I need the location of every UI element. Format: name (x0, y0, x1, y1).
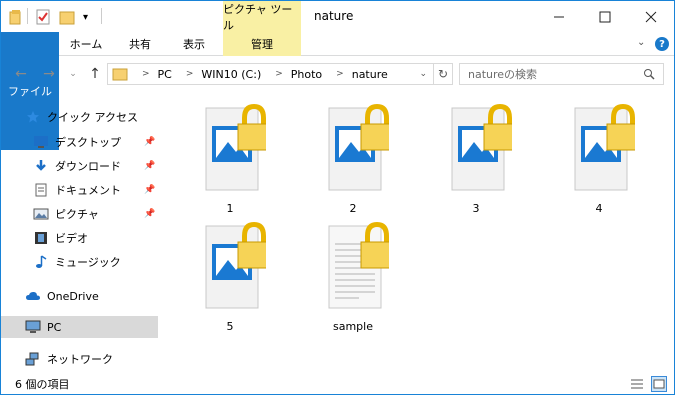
nav-pc[interactable]: PC (1, 316, 158, 338)
music-icon (33, 254, 49, 270)
close-button[interactable] (628, 1, 674, 32)
file-item[interactable]: 2 (303, 104, 403, 222)
star-icon (25, 109, 41, 125)
ribbon-expand-icon[interactable]: ⌄ (637, 37, 645, 48)
crumb-pc[interactable]: PC (158, 68, 172, 81)
document-icon (33, 182, 49, 198)
nav-label: OneDrive (47, 289, 99, 303)
tab-view[interactable]: 表示 (169, 32, 219, 56)
nav-onedrive[interactable]: OneDrive (1, 285, 158, 307)
nav-label: クイック アクセス (47, 111, 138, 124)
large-icons-view-icon[interactable] (651, 376, 667, 392)
nav-label: PC (47, 320, 62, 334)
properties-icon[interactable] (35, 8, 51, 26)
computer-icon (25, 319, 41, 335)
address-toolbar: ← → ⌄ ↑ > PC > WIN10 (C:) > Photo > nature ⌄… (1, 57, 674, 93)
nav-quick-access[interactable]: クイック アクセス (1, 106, 158, 128)
help-icon[interactable]: ? (655, 37, 669, 51)
download-icon (33, 158, 49, 174)
chevron-right-icon: > (336, 69, 344, 79)
file-name: 4 (595, 202, 603, 215)
nav-label: ビデオ (55, 232, 88, 245)
details-view-icon[interactable] (629, 376, 645, 392)
nav-documents[interactable]: ドキュメント 📌 (1, 179, 158, 201)
explorer-window: ▾ ピクチャ ツール nature ファイル ホーム 共有 表示 管理 ⌄ ? … (0, 0, 675, 395)
file-item[interactable]: sample (303, 222, 403, 340)
file-list: 1 2 3 4 5 sample (163, 96, 673, 371)
nav-desktop[interactable]: デスクトップ 📌 (1, 131, 158, 153)
chevron-right-icon: > (142, 69, 150, 79)
file-item[interactable]: 3 (426, 104, 526, 222)
locked-image-icon (205, 222, 266, 309)
desktop-icon (33, 134, 49, 150)
search-input[interactable]: natureの検索 (468, 66, 643, 82)
context-tab-group: ピクチャ ツール (223, 1, 301, 32)
search-icon[interactable] (643, 68, 655, 80)
forward-button[interactable]: → (41, 66, 57, 82)
pictures-icon (33, 206, 49, 222)
crumb-drive[interactable]: WIN10 (C:) (201, 68, 261, 81)
item-count: 6 個の項目 (15, 378, 70, 391)
crumb-nature[interactable]: nature (352, 68, 388, 81)
nav-downloads[interactable]: ダウンロード 📌 (1, 155, 158, 177)
new-folder-icon[interactable] (59, 8, 75, 26)
locked-image-icon (451, 104, 512, 191)
file-name: 2 (349, 202, 357, 215)
pin-icon[interactable]: 📌 (144, 209, 155, 219)
nav-label: デスクトップ (55, 136, 121, 149)
up-button[interactable]: ↑ (87, 66, 103, 82)
tab-home[interactable]: ホーム (61, 32, 111, 56)
pin-icon[interactable]: 📌 (144, 161, 155, 171)
recent-locations-icon[interactable]: ⌄ (65, 66, 81, 82)
file-name: 5 (226, 320, 234, 333)
nav-label: ネットワーク (47, 353, 113, 366)
locked-image-icon (328, 104, 389, 191)
folder-icon[interactable] (9, 8, 25, 26)
locked-image-icon (574, 104, 635, 191)
crumb-photo[interactable]: Photo (291, 68, 322, 81)
window-title: nature (314, 9, 354, 23)
pin-icon[interactable]: 📌 (144, 137, 155, 147)
maximize-button[interactable] (582, 1, 628, 32)
chevron-right-icon: > (275, 69, 283, 79)
locked-text-file-icon (328, 222, 389, 309)
nav-network[interactable]: ネットワーク (1, 348, 158, 370)
locked-image-icon (205, 104, 266, 191)
nav-label: ミュージック (55, 256, 121, 269)
navigation-pane: クイック アクセス デスクトップ 📌 ダウンロード 📌 ドキュメント 📌 ピクチ… (1, 96, 161, 371)
file-name: 1 (226, 202, 234, 215)
title-bar: ▾ ピクチャ ツール nature (1, 1, 674, 32)
nav-label: ダウンロード (55, 160, 121, 173)
back-button[interactable]: ← (13, 66, 29, 82)
search-box[interactable]: natureの検索 (459, 63, 664, 85)
customize-qa-icon[interactable]: ▾ (83, 8, 88, 26)
cloud-icon (25, 288, 41, 304)
tab-share[interactable]: 共有 (115, 32, 165, 56)
tab-manage[interactable]: 管理 (223, 32, 301, 56)
nav-videos[interactable]: ビデオ (1, 227, 158, 249)
file-item[interactable]: 1 (180, 104, 280, 222)
refresh-icon[interactable]: ↻ (434, 67, 452, 81)
file-name: 3 (472, 202, 480, 215)
file-item[interactable]: 4 (549, 104, 649, 222)
nav-label: ピクチャ (55, 208, 99, 221)
video-icon (33, 230, 49, 246)
nav-music[interactable]: ミュージック (1, 251, 158, 273)
folder-icon (112, 67, 128, 81)
network-icon (25, 351, 41, 367)
ribbon-tabs: ファイル ホーム 共有 表示 管理 ⌄ ? (1, 32, 674, 150)
status-bar: 6 個の項目 (1, 373, 674, 395)
address-bar[interactable]: > PC > WIN10 (C:) > Photo > nature ⌄ ↻ (107, 63, 453, 85)
file-item[interactable]: 5 (180, 222, 280, 340)
chevron-right-icon: > (185, 69, 194, 79)
address-dropdown-icon[interactable]: ⌄ (419, 69, 427, 79)
file-name: sample (333, 320, 373, 333)
pin-icon[interactable]: 📌 (144, 185, 155, 195)
nav-label: ドキュメント (55, 184, 121, 197)
minimize-button[interactable] (536, 1, 582, 32)
nav-pictures[interactable]: ピクチャ 📌 (1, 203, 158, 225)
